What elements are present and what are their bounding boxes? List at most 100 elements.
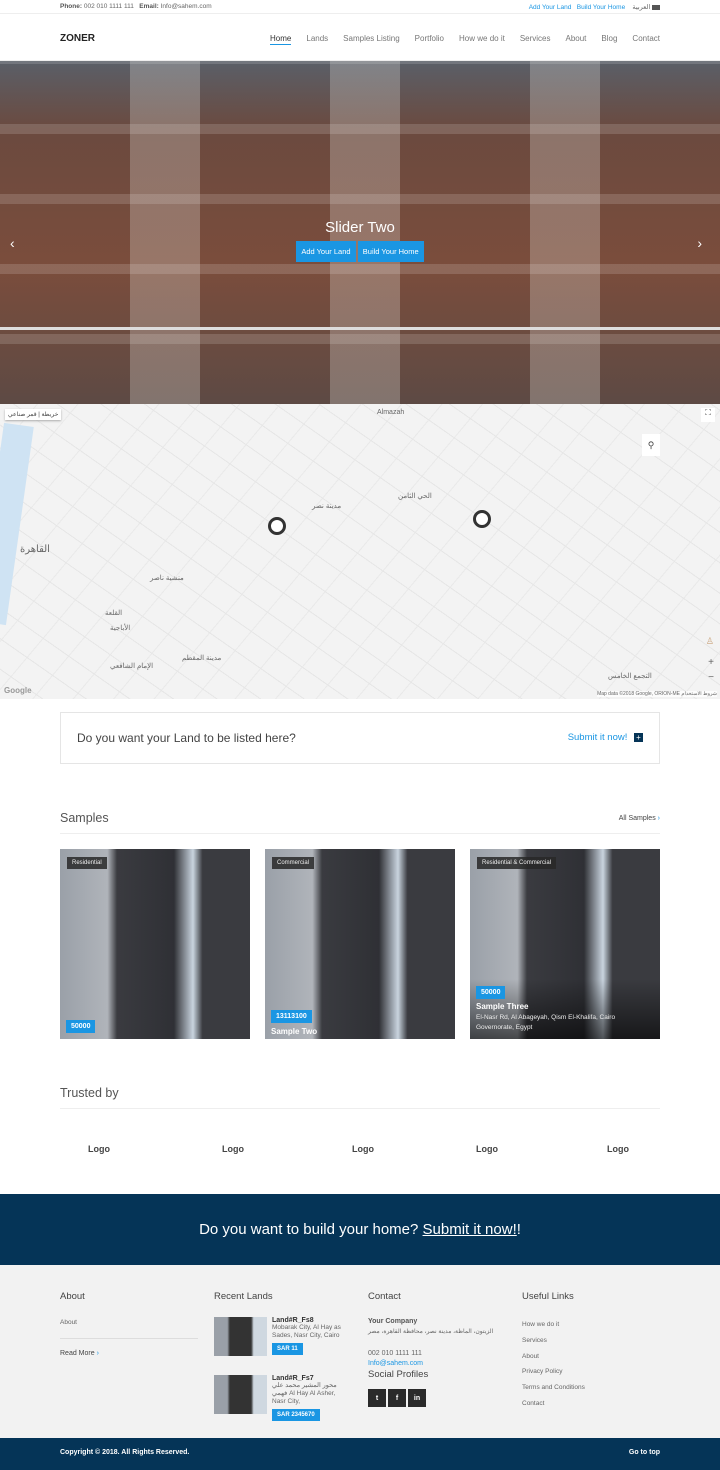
go-to-top-link[interactable]: Go to top [629, 1449, 660, 1456]
map-label: مدينة نصر [312, 503, 342, 510]
company-name: Your Company [368, 1318, 418, 1325]
sample-card[interactable]: Residential & Commercial 50000 Sample Th… [470, 849, 660, 1039]
trusted-title: Trusted by [60, 1086, 119, 1100]
bottom-bar: Copyright © 2018. All Rights Reserved. G… [0, 1438, 720, 1470]
footer: About About Read More › Recent Lands Lan… [0, 1265, 720, 1438]
email: Info@sahem.com [160, 3, 212, 10]
footer-contact-title: Contact [368, 1291, 401, 1302]
band-text: Do you want to build your home? [199, 1221, 419, 1238]
cta-question: Do you want your Land to be listed here? [77, 731, 296, 745]
partner-logo: Logo [476, 1144, 498, 1154]
brand-logo[interactable]: ZONER [60, 33, 95, 44]
sample-name: Sample Two [271, 1027, 318, 1036]
footer-link-services[interactable]: Services [522, 1333, 585, 1349]
footer-link-privacy[interactable]: Privacy Policy [522, 1364, 585, 1380]
contact-email-link[interactable]: Info@sahem.com [368, 1360, 423, 1367]
partner-logo: Logo [222, 1144, 244, 1154]
top-bar: Phone: 002 010 1111 111 Email: Info@sahe… [0, 0, 720, 14]
nav-how-we-do-it[interactable]: How we do it [459, 34, 505, 45]
map-marker-icon[interactable] [268, 517, 286, 535]
sample-price: 13113100 [271, 1010, 312, 1023]
footer-link-terms[interactable]: Terms and Conditions [522, 1380, 585, 1396]
zoom-in-button[interactable]: + [708, 657, 714, 668]
hero-title: Slider Two [325, 219, 395, 236]
nav-samples-listing[interactable]: Samples Listing [343, 34, 399, 45]
partner-logo: Logo [88, 1144, 110, 1154]
nav-portfolio[interactable]: Portfolio [415, 34, 444, 45]
add-your-land-link[interactable]: Add Your Land [529, 4, 572, 11]
map-label: الإمام الشافعي [110, 663, 154, 670]
prev-slide-icon[interactable]: ‹ [10, 235, 15, 251]
recent-land-item[interactable]: Land#R_Fs8 Mobarak City, Al Hay as Sades… [272, 1317, 344, 1355]
flag-icon [652, 4, 660, 10]
map-type-satellite[interactable]: قمر صناعي [8, 412, 37, 418]
sample-price: 50000 [66, 1020, 96, 1033]
band-submit-link[interactable]: Submit it now! [423, 1221, 517, 1238]
map-type-map[interactable]: خريطة [42, 412, 59, 418]
build-home-band: Do you want to build your home? Submit i… [0, 1194, 720, 1265]
nav-lands[interactable]: Lands [306, 34, 328, 45]
phone: 002 010 1111 111 [83, 3, 134, 10]
map-terms-link[interactable]: شروط الاستخدام [681, 691, 717, 697]
nav-blog[interactable]: Blog [601, 34, 617, 45]
sample-price: 50000 [476, 986, 506, 999]
map-label: التجمع الخامس [608, 673, 652, 680]
language-switch[interactable]: العربية [632, 4, 650, 11]
land-thumbnail[interactable] [214, 1317, 267, 1356]
phone-label: Phone: [60, 3, 83, 10]
recent-land-item[interactable]: Land#R_Fs7 محور المشير محمد علي فهمي Al … [272, 1375, 344, 1421]
map[interactable]: خريطة | قمر صناعي Almazah مدينة نصر القا… [0, 404, 720, 699]
fullscreen-icon[interactable]: ⛶ [701, 408, 715, 422]
nav-services[interactable]: Services [520, 34, 551, 45]
footer-links-title: Useful Links [522, 1291, 574, 1302]
zoom-out-button[interactable]: − [708, 672, 714, 683]
hero-add-land-button[interactable]: Add Your Land [296, 241, 356, 262]
sample-tag: Commercial [272, 857, 315, 869]
next-slide-icon[interactable]: › [697, 235, 702, 251]
nav-contact[interactable]: Contact [632, 34, 660, 45]
footer-about-text: About [60, 1319, 77, 1326]
footer-link-contact[interactable]: Contact [522, 1396, 585, 1412]
chevron-right-icon: › [657, 815, 660, 822]
samples-title: Samples [60, 811, 109, 825]
copyright: Copyright © 2018. All Rights Reserved. [60, 1449, 190, 1456]
chevron-right-icon: › [96, 1350, 99, 1357]
sample-name: Sample Three [476, 1002, 529, 1011]
read-more-link[interactable]: Read More › [60, 1350, 99, 1357]
location-pin-icon[interactable]: ⚲ [642, 434, 660, 456]
sample-card[interactable]: Residential 50000 [60, 849, 250, 1039]
map-attribution: Map data ©2018 Google, ORION-ME [597, 691, 680, 697]
twitter-icon[interactable]: t [368, 1389, 386, 1407]
map-label: الحي الثامن [398, 493, 432, 500]
company-address: الزيتون، الماظة، مدينة نصر، محافظة القاه… [368, 1329, 494, 1335]
footer-recent-title: Recent Lands [214, 1291, 273, 1302]
map-label: القلعة [105, 610, 123, 617]
facebook-icon[interactable]: f [388, 1389, 406, 1407]
build-your-home-link[interactable]: Build Your Home [577, 4, 625, 11]
sample-tag: Residential [67, 857, 107, 869]
partner-logo: Logo [607, 1144, 629, 1154]
map-label: Almazah [377, 409, 405, 416]
sample-card[interactable]: Commercial 13113100 Sample Two [265, 849, 455, 1039]
email-label: Email: [139, 3, 159, 10]
linkedin-icon[interactable]: in [408, 1389, 426, 1407]
hero-slider: Slider Two Add Your Land Build Your Home… [0, 61, 720, 404]
footer-link-about[interactable]: About [522, 1349, 585, 1365]
sample-tag: Residential & Commercial [477, 857, 557, 869]
plus-square-icon[interactable]: + [634, 733, 643, 742]
submit-land-link[interactable]: Submit it now! [568, 732, 628, 743]
google-logo: Google [4, 686, 32, 695]
footer-link-how-we-do-it[interactable]: How we do it [522, 1317, 585, 1333]
social-title: Social Profiles [368, 1369, 429, 1380]
nav-about[interactable]: About [566, 34, 587, 45]
land-thumbnail[interactable] [214, 1375, 267, 1414]
map-label: مدينة المقطم [182, 655, 222, 662]
map-label: القاهرة [20, 544, 50, 555]
all-samples-link[interactable]: All Samples › [619, 815, 660, 822]
map-marker-icon[interactable] [473, 510, 491, 528]
hero-build-home-button[interactable]: Build Your Home [357, 241, 424, 262]
nav-home[interactable]: Home [270, 34, 292, 45]
footer-about-title: About [60, 1291, 85, 1302]
pegman-icon[interactable]: ♙ [706, 636, 714, 647]
contact-phone: 002 010 1111 111 [368, 1350, 422, 1357]
